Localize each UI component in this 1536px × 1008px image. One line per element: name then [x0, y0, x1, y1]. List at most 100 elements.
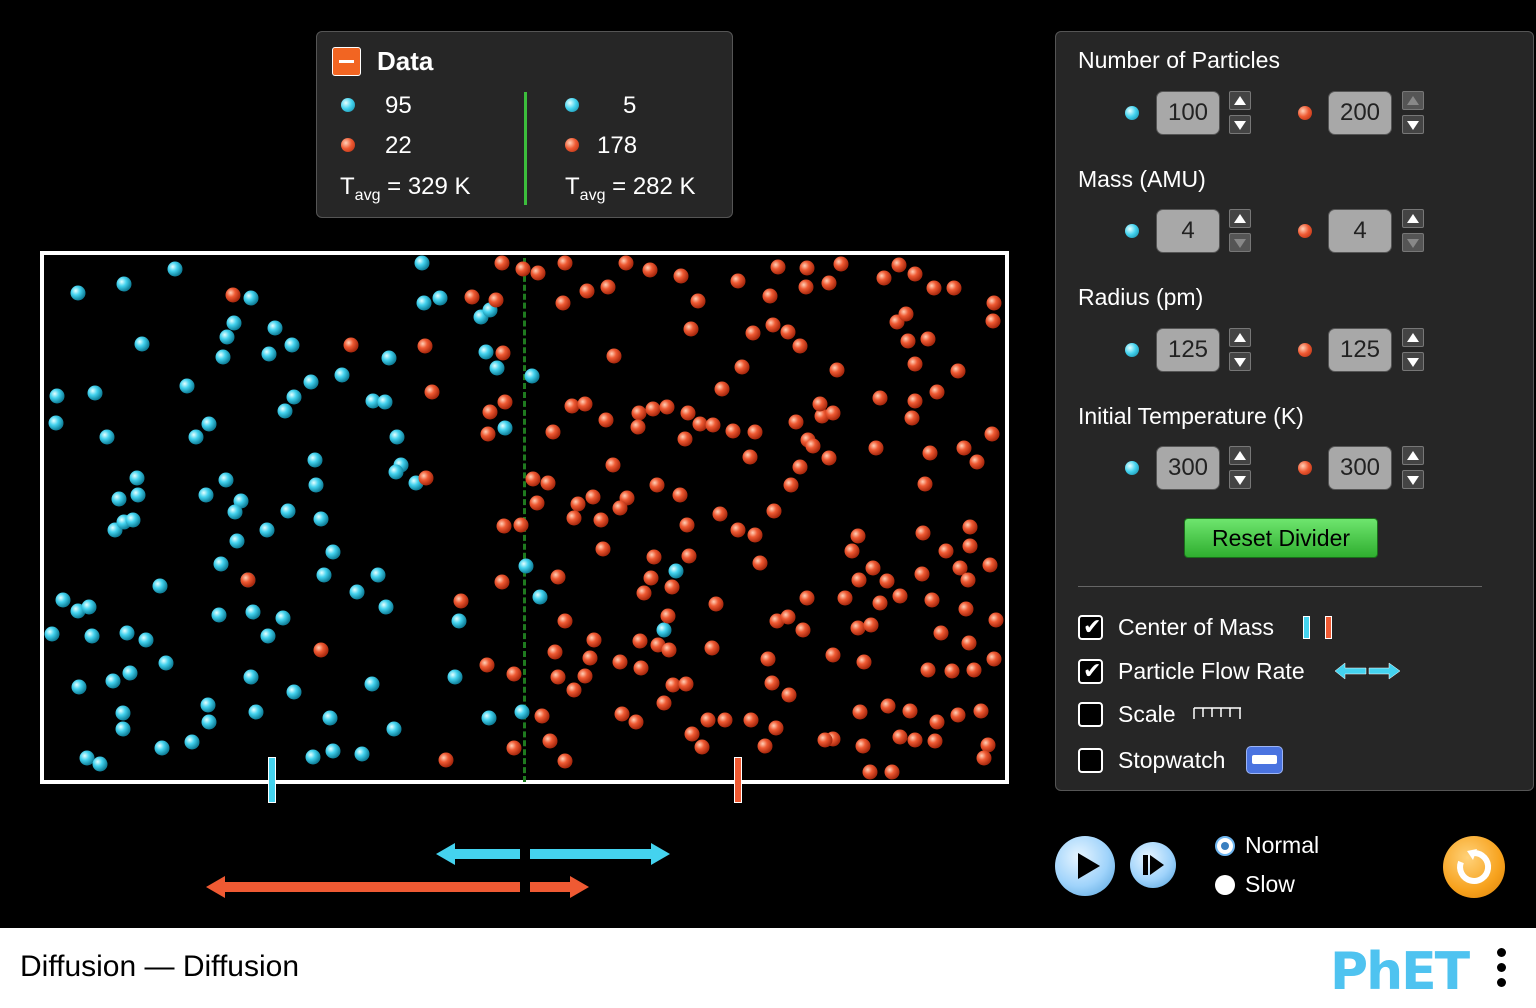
red-temperature-field[interactable]: 300 [1328, 446, 1392, 490]
red-particle [690, 293, 706, 309]
normal-speed-radio[interactable] [1215, 836, 1235, 856]
red-radius-down-arrow-icon[interactable] [1402, 352, 1424, 371]
red-particle [479, 657, 495, 673]
red-particle [833, 256, 849, 272]
red-particle [792, 338, 808, 354]
red-particle [664, 579, 680, 595]
red-particle [464, 289, 480, 305]
cyan-particle [280, 503, 296, 519]
cyan-particle-icon [1125, 343, 1139, 357]
red-particle [747, 424, 763, 440]
red-temperature-up-arrow-icon[interactable] [1402, 446, 1424, 465]
red-particle [988, 612, 1004, 628]
menu-icon[interactable] [1492, 948, 1512, 998]
red-particle [515, 261, 531, 277]
scale-icon [1193, 707, 1241, 719]
red-particle [313, 642, 329, 658]
cyan-mass-up-arrow-icon[interactable] [1229, 209, 1251, 228]
cyan-radius-field[interactable]: 125 [1156, 328, 1220, 372]
cyan-particle [432, 290, 448, 306]
scale-label: Scale [1118, 701, 1176, 727]
cyan-particle [200, 697, 216, 713]
cyan-particle [243, 669, 259, 685]
stopwatch-label: Stopwatch [1118, 747, 1226, 773]
cyan-particle [377, 394, 393, 410]
particle-flow-rate-checkbox[interactable]: ✔ [1078, 659, 1103, 684]
red-particle [683, 321, 699, 337]
cyan-temperature-field[interactable]: 300 [1156, 446, 1220, 490]
center-of-mass-checkbox[interactable]: ✔ [1078, 615, 1103, 640]
red-radius-field[interactable]: 125 [1328, 328, 1392, 372]
cyan-count-down-arrow-icon[interactable] [1229, 115, 1251, 134]
cyan-particle [489, 360, 505, 376]
red-particle [730, 273, 746, 289]
stopwatch-checkbox[interactable] [1078, 748, 1103, 773]
red-temperature-down-arrow-icon[interactable] [1402, 470, 1424, 489]
red-particle [705, 417, 721, 433]
flow-rate-icon [1334, 662, 1401, 680]
cyan-temperature-up-arrow-icon[interactable] [1229, 446, 1251, 465]
red-particle [424, 384, 440, 400]
red-particle [586, 632, 602, 648]
red-count-up-arrow-icon[interactable] [1402, 91, 1424, 110]
red-particle [742, 449, 758, 465]
red-particle [643, 570, 659, 586]
cyan-particle [201, 416, 217, 432]
reset-all-icon[interactable] [1443, 836, 1505, 898]
red-particle [946, 280, 962, 296]
cyan-center-of-mass-marker [268, 757, 276, 803]
red-particle [225, 287, 241, 303]
red-particle [950, 707, 966, 723]
slow-speed-radio[interactable] [1215, 875, 1235, 895]
red-particle [986, 651, 1002, 667]
cyan-count-up-arrow-icon[interactable] [1229, 91, 1251, 110]
red-particle [872, 595, 888, 611]
cyan-particle [71, 679, 87, 695]
red-particle-count-field[interactable]: 200 [1328, 91, 1392, 135]
scale-checkbox[interactable] [1078, 702, 1103, 727]
red-particle [821, 275, 837, 291]
cyan-particle-count-field[interactable]: 100 [1156, 91, 1220, 135]
red-particle [506, 740, 522, 756]
red-particle [595, 541, 611, 557]
cyan-particle [55, 592, 71, 608]
cyan-particle [211, 607, 227, 623]
red-count-down-arrow-icon[interactable] [1402, 115, 1424, 134]
reset-divider-button[interactable]: Reset Divider [1184, 518, 1378, 558]
cyan-particle [158, 655, 174, 671]
cyan-radius-up-arrow-icon[interactable] [1229, 328, 1251, 347]
mass-title: Mass (AMU) [1078, 166, 1206, 192]
red-particle [661, 642, 677, 658]
cyan-temperature-down-arrow-icon[interactable] [1229, 470, 1251, 489]
cyan-particle [275, 610, 291, 626]
cyan-particle [125, 512, 141, 528]
step-icon[interactable] [1130, 842, 1176, 888]
red-particle [438, 752, 454, 768]
red-particle [453, 593, 469, 609]
cyan-particle [286, 684, 302, 700]
red-particle [555, 295, 571, 311]
red-mass-field[interactable]: 4 [1328, 209, 1392, 253]
red-particle [850, 620, 866, 636]
controls-separator [1078, 586, 1482, 587]
red-mass-down-arrow-icon[interactable] [1402, 233, 1424, 252]
cyan-particle [198, 487, 214, 503]
cyan-radius-down-arrow-icon[interactable] [1229, 352, 1251, 371]
red-particle [920, 331, 936, 347]
red-particle [480, 426, 496, 442]
cyan-particle [668, 563, 684, 579]
red-particle [982, 557, 998, 573]
cyan-particle [213, 556, 229, 572]
red-mass-up-arrow-icon[interactable] [1402, 209, 1424, 228]
cyan-mass-down-arrow-icon[interactable] [1229, 233, 1251, 252]
red-particle [765, 317, 781, 333]
play-icon[interactable] [1055, 836, 1115, 896]
phet-logo[interactable]: PhET [1330, 942, 1470, 1002]
red-particle [844, 543, 860, 559]
red-radius-up-arrow-icon[interactable] [1402, 328, 1424, 347]
cyan-particle [322, 710, 338, 726]
red-particle [570, 496, 586, 512]
red-particle [649, 477, 665, 493]
cyan-mass-field[interactable]: 4 [1156, 209, 1220, 253]
red-particle [780, 324, 796, 340]
